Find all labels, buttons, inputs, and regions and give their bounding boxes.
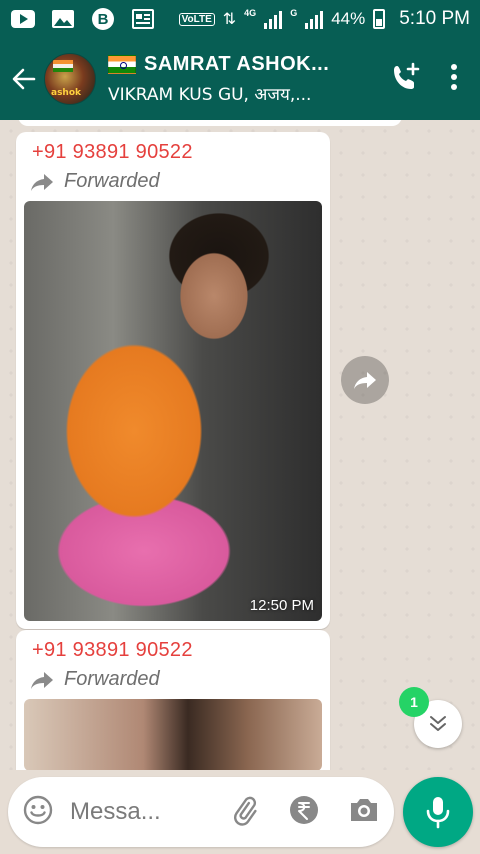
clock: 5:10 PM	[399, 8, 470, 29]
chat-participants: VIKRAM KUS GU, अजय,...	[108, 85, 312, 105]
chat-info[interactable]: SAMRAT ASHOK... VIKRAM KUS GU, अजय,...	[108, 53, 352, 105]
message-bubble[interactable]: +91 93891 90522 Forwarded	[16, 630, 330, 770]
voice-record-button[interactable]	[403, 777, 473, 847]
battery-percent: 44%	[331, 9, 366, 28]
group-avatar[interactable]: ashok	[44, 53, 96, 105]
battery-icon	[373, 9, 386, 29]
volte-indicator: VoLTE	[178, 12, 215, 26]
share-button[interactable]	[341, 356, 389, 404]
news-icon	[130, 8, 156, 30]
share-icon	[354, 372, 376, 389]
back-button[interactable]	[2, 49, 44, 109]
chat-title: SAMRAT ASHOK...	[144, 53, 330, 75]
attach-icon[interactable]	[228, 794, 260, 831]
forwarded-label: Forwarded	[30, 170, 322, 193]
forwarded-text: Forwarded	[64, 170, 160, 192]
forwarded-text: Forwarded	[64, 668, 160, 690]
mic-icon	[426, 797, 450, 829]
network-type-1: 4G	[244, 8, 257, 18]
chat-header: ashok SAMRAT ASHOK... VIKRAM KUS GU, अजय…	[0, 38, 480, 120]
forwarded-label: Forwarded	[30, 668, 322, 691]
forward-icon	[31, 173, 53, 191]
message-sender[interactable]: +91 93891 90522	[32, 141, 322, 164]
svg-text:B: B	[98, 11, 109, 28]
avatar-flag	[53, 60, 73, 72]
message-input[interactable]	[70, 798, 180, 826]
gallery-icon	[50, 8, 76, 30]
unread-count-badge: 1	[399, 687, 429, 717]
chevron-double-down-icon	[430, 716, 446, 731]
add-call-icon[interactable]	[390, 61, 422, 98]
message-composer	[8, 777, 394, 847]
emoji-icon[interactable]	[22, 794, 54, 831]
india-flag-icon	[108, 55, 136, 74]
avatar-text: ashok	[51, 88, 82, 98]
youtube-icon	[10, 8, 36, 30]
message-bubble[interactable]: +91 93891 90522 Forwarded 12:50 PM	[16, 132, 330, 629]
signal-icon	[264, 9, 283, 29]
message-time: 12:50 PM	[249, 597, 314, 614]
signal-icon-2	[305, 9, 324, 29]
data-arrows-icon: ⇅	[222, 11, 237, 28]
network-type-2: G	[290, 8, 298, 18]
status-bar: B VoLTE ⇅ 4G G 44% 5:10 PM	[0, 0, 480, 38]
rupee-icon[interactable]	[288, 794, 320, 831]
message-sender[interactable]: +91 93891 90522	[32, 639, 322, 662]
message-image[interactable]: 12:50 PM	[24, 201, 322, 621]
camera-icon[interactable]	[348, 796, 380, 829]
message-image[interactable]	[24, 699, 322, 770]
back-arrow-icon	[12, 68, 36, 90]
chat-area[interactable]: +91 93891 90522 Forwarded 12:50 PM +91 9…	[0, 120, 480, 770]
bitcoin-icon: B	[90, 8, 116, 30]
previous-message-tail	[18, 120, 402, 126]
forward-icon	[31, 671, 53, 689]
more-icon[interactable]	[450, 63, 458, 96]
